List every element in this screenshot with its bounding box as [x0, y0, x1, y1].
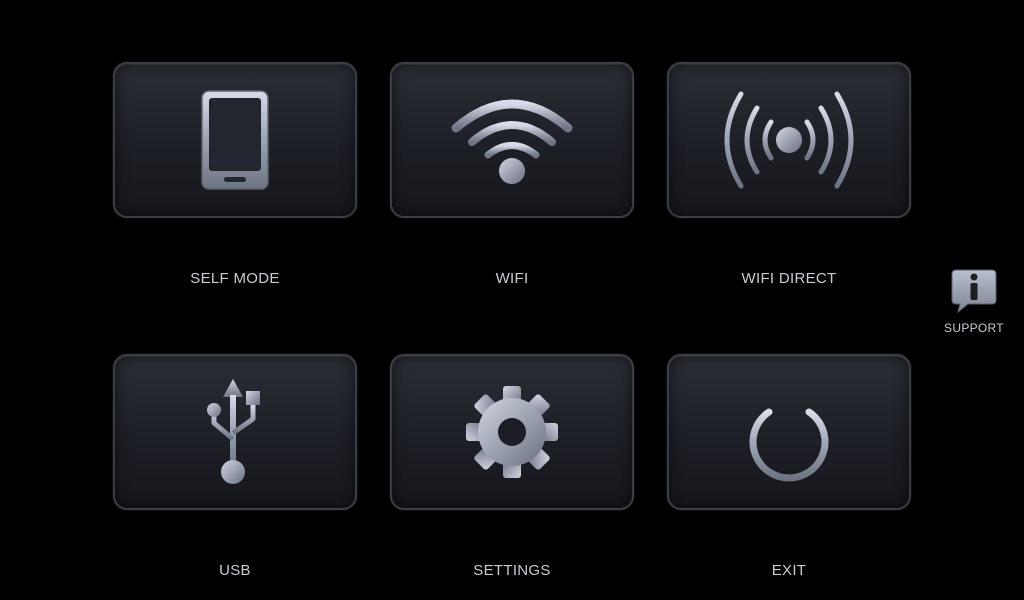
self-mode-label: SELF MODE [190, 270, 280, 287]
wifi-direct-label: WIFI DIRECT [741, 270, 837, 287]
settings-button[interactable] [390, 354, 634, 510]
gear-icon [466, 386, 558, 478]
home-screen: SELF MODE WIFI WIFI DIRECT USB SETTINGS … [0, 0, 1024, 600]
settings-label: SETTINGS [473, 562, 551, 579]
support-button[interactable]: SUPPORT [940, 268, 1008, 335]
usb-button[interactable] [113, 354, 357, 510]
info-bubble-icon [951, 269, 997, 314]
power-icon [749, 384, 829, 482]
broadcast-icon [724, 91, 854, 189]
usb-label: USB [219, 562, 251, 579]
exit-label: EXIT [771, 562, 807, 579]
support-label: SUPPORT [944, 321, 1004, 335]
wifi-icon [451, 99, 573, 184]
usb-icon [207, 379, 260, 484]
wifi-button[interactable] [390, 62, 634, 218]
exit-button[interactable] [667, 354, 911, 510]
smartphone-icon [201, 90, 269, 190]
wifi-label: WIFI [495, 270, 529, 287]
self-mode-button[interactable] [113, 62, 357, 218]
wifi-direct-button[interactable] [667, 62, 911, 218]
